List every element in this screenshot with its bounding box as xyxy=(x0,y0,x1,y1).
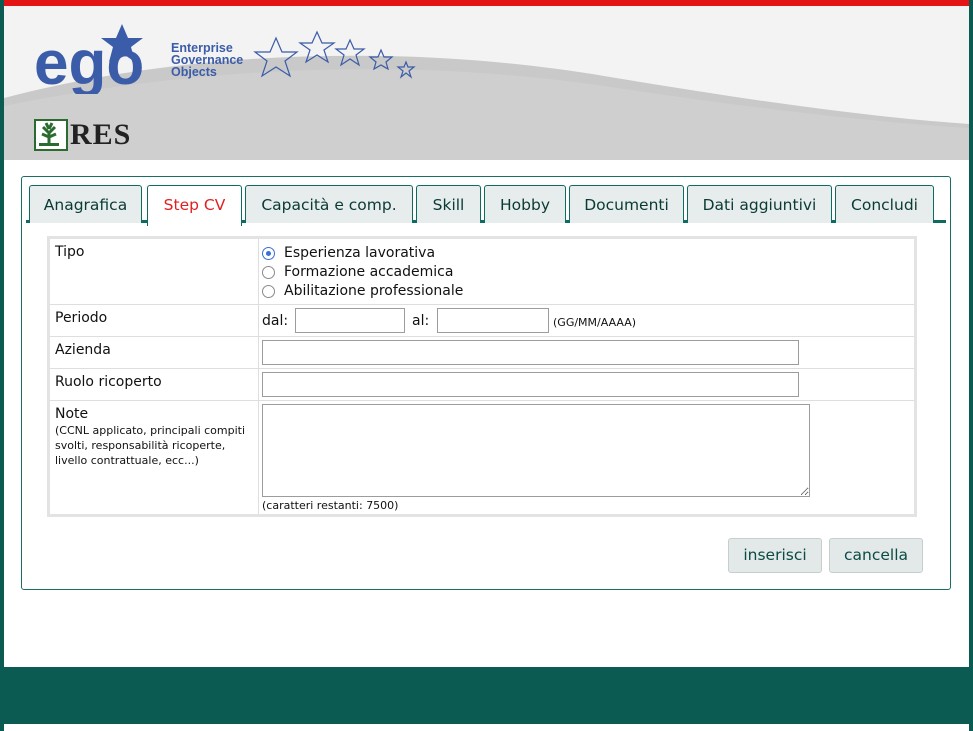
periodo-label: Periodo xyxy=(55,310,108,326)
ego-logo-text: ego xyxy=(34,29,144,94)
dal-label: dal: xyxy=(262,313,289,329)
periodo-dal-input[interactable] xyxy=(295,308,405,333)
res-logo: RES xyxy=(34,119,131,151)
tipo-label: Tipo xyxy=(55,244,85,260)
form-row-azienda: Azienda xyxy=(50,337,914,369)
form-row-tipo: Tipo Esperienza lavorativa Formazione ac… xyxy=(50,239,914,305)
tagline-line-3: Objects xyxy=(171,65,217,79)
cancel-button[interactable]: cancella xyxy=(829,538,923,573)
form-row-periodo: Periodo dal: al: (GG/MM/AAAA) xyxy=(50,305,914,337)
tree-icon xyxy=(34,119,68,151)
radio-formazione-accademica[interactable]: Formazione accademica xyxy=(262,264,453,280)
date-format-hint: (GG/MM/AAAA) xyxy=(553,316,637,329)
periodo-al-input[interactable] xyxy=(437,308,549,333)
note-textarea[interactable] xyxy=(262,404,810,497)
tab-bar: Anagrafica Step CV Capacità e comp. Skil… xyxy=(26,183,946,226)
footer-bar xyxy=(4,667,969,724)
res-text: RES xyxy=(70,118,132,151)
tab-documenti[interactable]: Documenti xyxy=(569,185,684,223)
radio-button-icon xyxy=(262,284,275,298)
azienda-input[interactable] xyxy=(262,340,799,365)
tab-hobby[interactable]: Hobby xyxy=(484,185,566,223)
form-row-ruolo: Ruolo ricoperto xyxy=(50,369,914,401)
radio-button-icon xyxy=(262,246,275,260)
header: ego Enterprise Governance Objects RES xyxy=(4,6,969,160)
tab-step-cv[interactable]: Step CV xyxy=(147,185,242,226)
page: ego Enterprise Governance Objects RES An… xyxy=(0,0,973,731)
tab-dati-aggiuntivi[interactable]: Dati aggiuntivi xyxy=(687,185,832,223)
radio-abilitazione-professionale[interactable]: Abilitazione professionale xyxy=(262,283,463,299)
ruolo-input[interactable] xyxy=(262,372,799,397)
tab-concludi[interactable]: Concludi xyxy=(835,185,934,223)
note-label-group: Note (CCNL applicato, principali compiti… xyxy=(55,406,255,468)
azienda-label: Azienda xyxy=(55,342,111,358)
wizard-panel: Anagrafica Step CV Capacità e comp. Skil… xyxy=(21,176,951,590)
note-label: Note xyxy=(55,406,89,422)
cv-step-form: Tipo Esperienza lavorativa Formazione ac… xyxy=(47,236,917,517)
tab-skill[interactable]: Skill xyxy=(416,185,481,223)
radio-esperienza-lavorativa[interactable]: Esperienza lavorativa xyxy=(262,245,435,261)
al-label: al: xyxy=(412,313,430,329)
form-row-note: Note (CCNL applicato, principali compiti… xyxy=(50,401,914,514)
ruolo-label: Ruolo ricoperto xyxy=(55,374,162,390)
note-sublabel: (CCNL applicato, principali compiti svol… xyxy=(55,424,246,467)
ego-logo-mark: ego xyxy=(34,24,144,94)
ego-tagline: Enterprise Governance Objects xyxy=(171,42,243,79)
radio-button-icon xyxy=(262,265,275,279)
tab-capacita[interactable]: Capacità e comp. xyxy=(245,185,413,223)
tab-anagrafica[interactable]: Anagrafica xyxy=(29,185,142,223)
insert-button[interactable]: inserisci xyxy=(728,538,822,573)
note-remaining-chars: (caratteri restanti: 7500) xyxy=(262,499,399,512)
